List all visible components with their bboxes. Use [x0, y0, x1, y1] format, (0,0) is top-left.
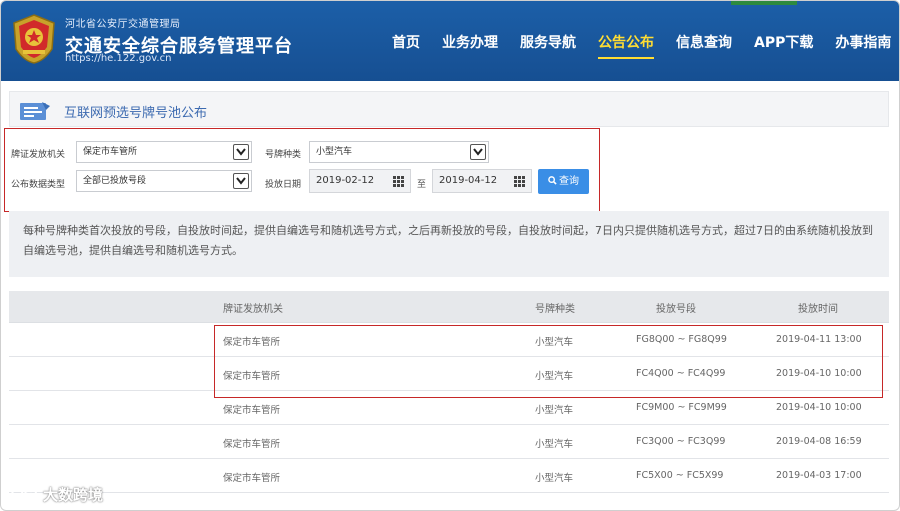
table-row: 保定市车管所 小型汽车 FC3Q00 ~ FC3Q99 2019-04-08 1…: [9, 425, 889, 459]
watermark-text: 大数跨境: [43, 486, 104, 504]
cell-issuer: 保定市车管所: [223, 473, 281, 484]
table-row: 保定市车管所 小型汽车 FG8Q00 ~ FG8Q99 2019-04-11 1…: [9, 323, 889, 357]
nav-guide[interactable]: 办事指南: [824, 33, 899, 59]
cell-time: 2019-04-10 10:00: [776, 368, 862, 379]
cell-issuer: 保定市车管所: [223, 371, 281, 382]
table-row: 保定市车管所 小型汽车 FC5X00 ~ FC5X99 2019-04-03 1…: [9, 459, 889, 493]
col-header-time: 投放时间: [798, 304, 838, 315]
cell-segment: FC9M00 ~ FC9M99: [636, 402, 727, 413]
cell-segment: FC5X00 ~ FC5X99: [636, 470, 724, 481]
cell-time: 2019-04-08 16:59: [776, 436, 862, 447]
cell-issuer: 保定市车管所: [223, 405, 281, 416]
col-header-segment: 投放号段: [656, 304, 696, 315]
table-row: 保定市车管所 小型汽车 FC9M00 ~ FC9M99 2019-04-10 1…: [9, 391, 889, 425]
nav-business[interactable]: 业务办理: [431, 33, 509, 59]
filter-highlight-box: [4, 128, 600, 212]
notice-text: 每种号牌种类首次投放的号段，自投放时间起，提供自编选号和随机选号方式，之后再新投…: [9, 211, 889, 277]
cell-issuer: 保定市车管所: [223, 439, 281, 450]
page-frame: 河北省公安厅交通管理局 交通安全综合服务管理平台 https://he.122.…: [0, 0, 900, 511]
cell-plate-type: 小型汽车: [535, 473, 574, 484]
nav-app-download[interactable]: APP下载: [743, 33, 824, 59]
header-accent: [731, 1, 797, 5]
section-title: 互联网预选号牌号池公布: [64, 106, 208, 121]
cell-time: 2019-04-10 10:00: [776, 402, 862, 413]
nav-announcements[interactable]: 公告公布: [587, 33, 665, 59]
table-row: 保定市车管所 小型汽车 FC4Q00 ~ FC4Q99 2019-04-10 1…: [9, 357, 889, 391]
main-nav: 首页 业务办理 服务导航 公告公布 信息查询 APP下载 办事指南: [381, 33, 899, 59]
cell-segment: FC3Q00 ~ FC3Q99: [636, 436, 726, 447]
section-header: 互联网预选号牌号池公布: [9, 91, 889, 127]
table-header: 牌证发放机关 号牌种类 投放号段 投放时间: [9, 291, 889, 323]
chat-bubble-icon: [11, 485, 37, 503]
cell-segment: FC4Q00 ~ FC4Q99: [636, 368, 726, 379]
nav-home[interactable]: 首页: [381, 33, 431, 59]
police-emblem-icon: [13, 14, 55, 64]
col-header-issuer: 牌证发放机关: [223, 304, 283, 315]
nav-service-guide[interactable]: 服务导航: [509, 33, 587, 59]
cell-time: 2019-04-11 13:00: [776, 334, 862, 345]
site-subtitle: 河北省公安厅交通管理局: [65, 19, 181, 30]
col-header-plate-type: 号牌种类: [535, 304, 575, 315]
cell-plate-type: 小型汽车: [535, 337, 574, 348]
cell-issuer: 保定市车管所: [223, 337, 281, 348]
document-list-icon: [20, 102, 50, 120]
cell-time: 2019-04-03 17:00: [776, 470, 862, 481]
cell-segment: FG8Q00 ~ FG8Q99: [636, 334, 727, 345]
site-url[interactable]: https://he.122.gov.cn: [65, 53, 171, 64]
plate-pool-table: 牌证发放机关 号牌种类 投放号段 投放时间 保定市车管所 小型汽车 FG8Q00…: [9, 291, 889, 493]
nav-info-query[interactable]: 信息查询: [665, 33, 743, 59]
watermark: 大数跨境: [9, 484, 103, 505]
cell-plate-type: 小型汽车: [535, 371, 574, 382]
site-header: 河北省公安厅交通管理局 交通安全综合服务管理平台 https://he.122.…: [1, 1, 899, 81]
cell-plate-type: 小型汽车: [535, 439, 574, 450]
cell-plate-type: 小型汽车: [535, 405, 574, 416]
